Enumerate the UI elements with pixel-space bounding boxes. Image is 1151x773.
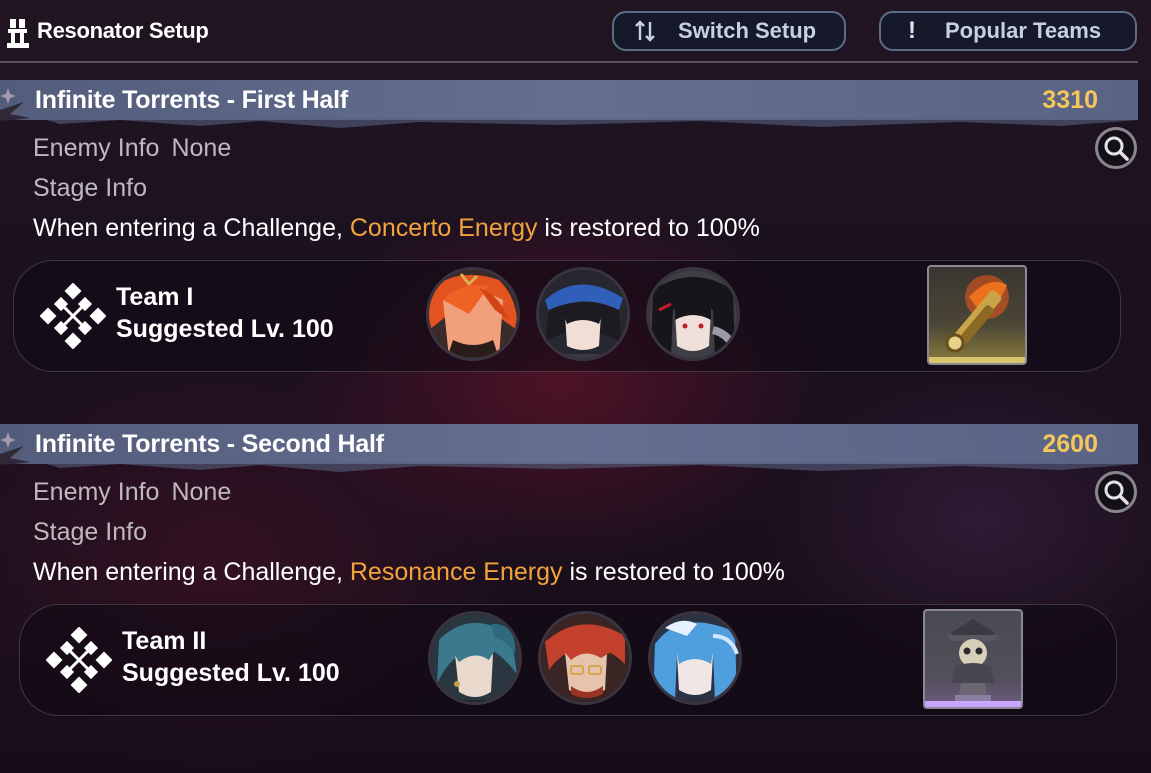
enemy-info-value: None bbox=[171, 134, 232, 162]
team-name: Team II bbox=[122, 627, 207, 655]
section-header: Infinite Torrents - Second Half 2600 bbox=[0, 424, 1138, 472]
enemy-info-row: Enemy Info None bbox=[33, 134, 231, 163]
exclamation-icon: ! bbox=[908, 17, 916, 44]
avatar-resonator-black-hair[interactable] bbox=[646, 267, 740, 361]
stage-info-label: Stage Info bbox=[33, 174, 147, 202]
section-title: Infinite Torrents - Second Half bbox=[35, 430, 384, 458]
page-title: Resonator Setup bbox=[37, 18, 209, 43]
desc-prefix: When entering a Challenge, bbox=[33, 214, 350, 242]
section-score: 2600 bbox=[1042, 430, 1098, 458]
suggested-level: Suggested Lv. 100 bbox=[116, 315, 334, 343]
swap-arrows-icon bbox=[630, 19, 660, 43]
section-title: Infinite Torrents - First Half bbox=[35, 86, 348, 114]
team-emblem-icon bbox=[46, 627, 112, 693]
desc-suffix: is restored to 100% bbox=[562, 558, 785, 586]
suggested-level: Suggested Lv. 100 bbox=[122, 659, 340, 687]
enemy-info-label: Enemy Info bbox=[33, 478, 160, 506]
desc-highlight: Resonance Energy bbox=[349, 558, 563, 586]
top-bar: Resonator Setup Switch Setup ! Popular T… bbox=[0, 0, 1151, 63]
stage-info-description: When entering a Challenge, Concerto Ener… bbox=[33, 214, 760, 243]
echo-item-card[interactable] bbox=[927, 265, 1027, 365]
enemy-info-label: Enemy Info bbox=[33, 134, 160, 162]
enemy-info-value: None bbox=[171, 478, 232, 506]
torn-edge-decoration bbox=[0, 462, 1138, 472]
avatar-resonator-red-hair[interactable] bbox=[426, 267, 520, 361]
rarity-stripe bbox=[925, 701, 1021, 707]
section-header: Infinite Torrents - First Half 3310 bbox=[0, 80, 1138, 128]
avatar-resonator-teal-ponytail[interactable] bbox=[428, 611, 522, 705]
golden-spyglass-icon bbox=[945, 275, 1009, 353]
enemy-search-button[interactable] bbox=[1095, 127, 1137, 169]
switch-setup-button[interactable]: Switch Setup bbox=[612, 11, 846, 51]
switch-setup-label: Switch Setup bbox=[678, 18, 817, 43]
team-panel[interactable]: Team I Suggested Lv. 100 bbox=[13, 260, 1121, 372]
resonator-icon bbox=[7, 19, 29, 48]
popular-teams-button[interactable]: ! Popular Teams bbox=[879, 11, 1137, 51]
challenge-section-second-half: Infinite Torrents - Second Half 2600 Ene… bbox=[0, 424, 1151, 724]
avatar-resonator-blue-cap[interactable] bbox=[536, 267, 630, 361]
desc-highlight: Concerto Energy bbox=[349, 214, 538, 242]
desc-suffix: is restored to 100% bbox=[537, 214, 760, 242]
avatar-resonator-red-glasses[interactable] bbox=[538, 611, 632, 705]
enemy-info-row: Enemy Info None bbox=[33, 478, 231, 507]
challenge-section-first-half: Infinite Torrents - First Half 3310 Enem… bbox=[0, 80, 1151, 380]
desc-prefix: When entering a Challenge, bbox=[33, 558, 350, 586]
team-name: Team I bbox=[116, 283, 194, 311]
magnifier-icon bbox=[1104, 480, 1129, 505]
pirate-skull-bust-icon bbox=[947, 619, 999, 701]
team-emblem-icon bbox=[40, 283, 106, 349]
popular-teams-label: Popular Teams bbox=[945, 18, 1102, 43]
section-score: 3310 bbox=[1042, 86, 1098, 114]
torn-edge-decoration bbox=[0, 118, 1138, 128]
rarity-stripe bbox=[929, 357, 1025, 363]
magnifier-icon bbox=[1104, 136, 1129, 161]
stage-info-label: Stage Info bbox=[33, 518, 147, 546]
stage-info-description: When entering a Challenge, Resonance Ene… bbox=[33, 558, 785, 587]
header-divider bbox=[0, 61, 1138, 63]
enemy-search-button[interactable] bbox=[1095, 471, 1137, 513]
team-panel[interactable]: Team II Suggested Lv. 100 bbox=[19, 604, 1117, 716]
avatar-resonator-blue-hair[interactable] bbox=[648, 611, 742, 705]
echo-item-card[interactable] bbox=[923, 609, 1023, 709]
